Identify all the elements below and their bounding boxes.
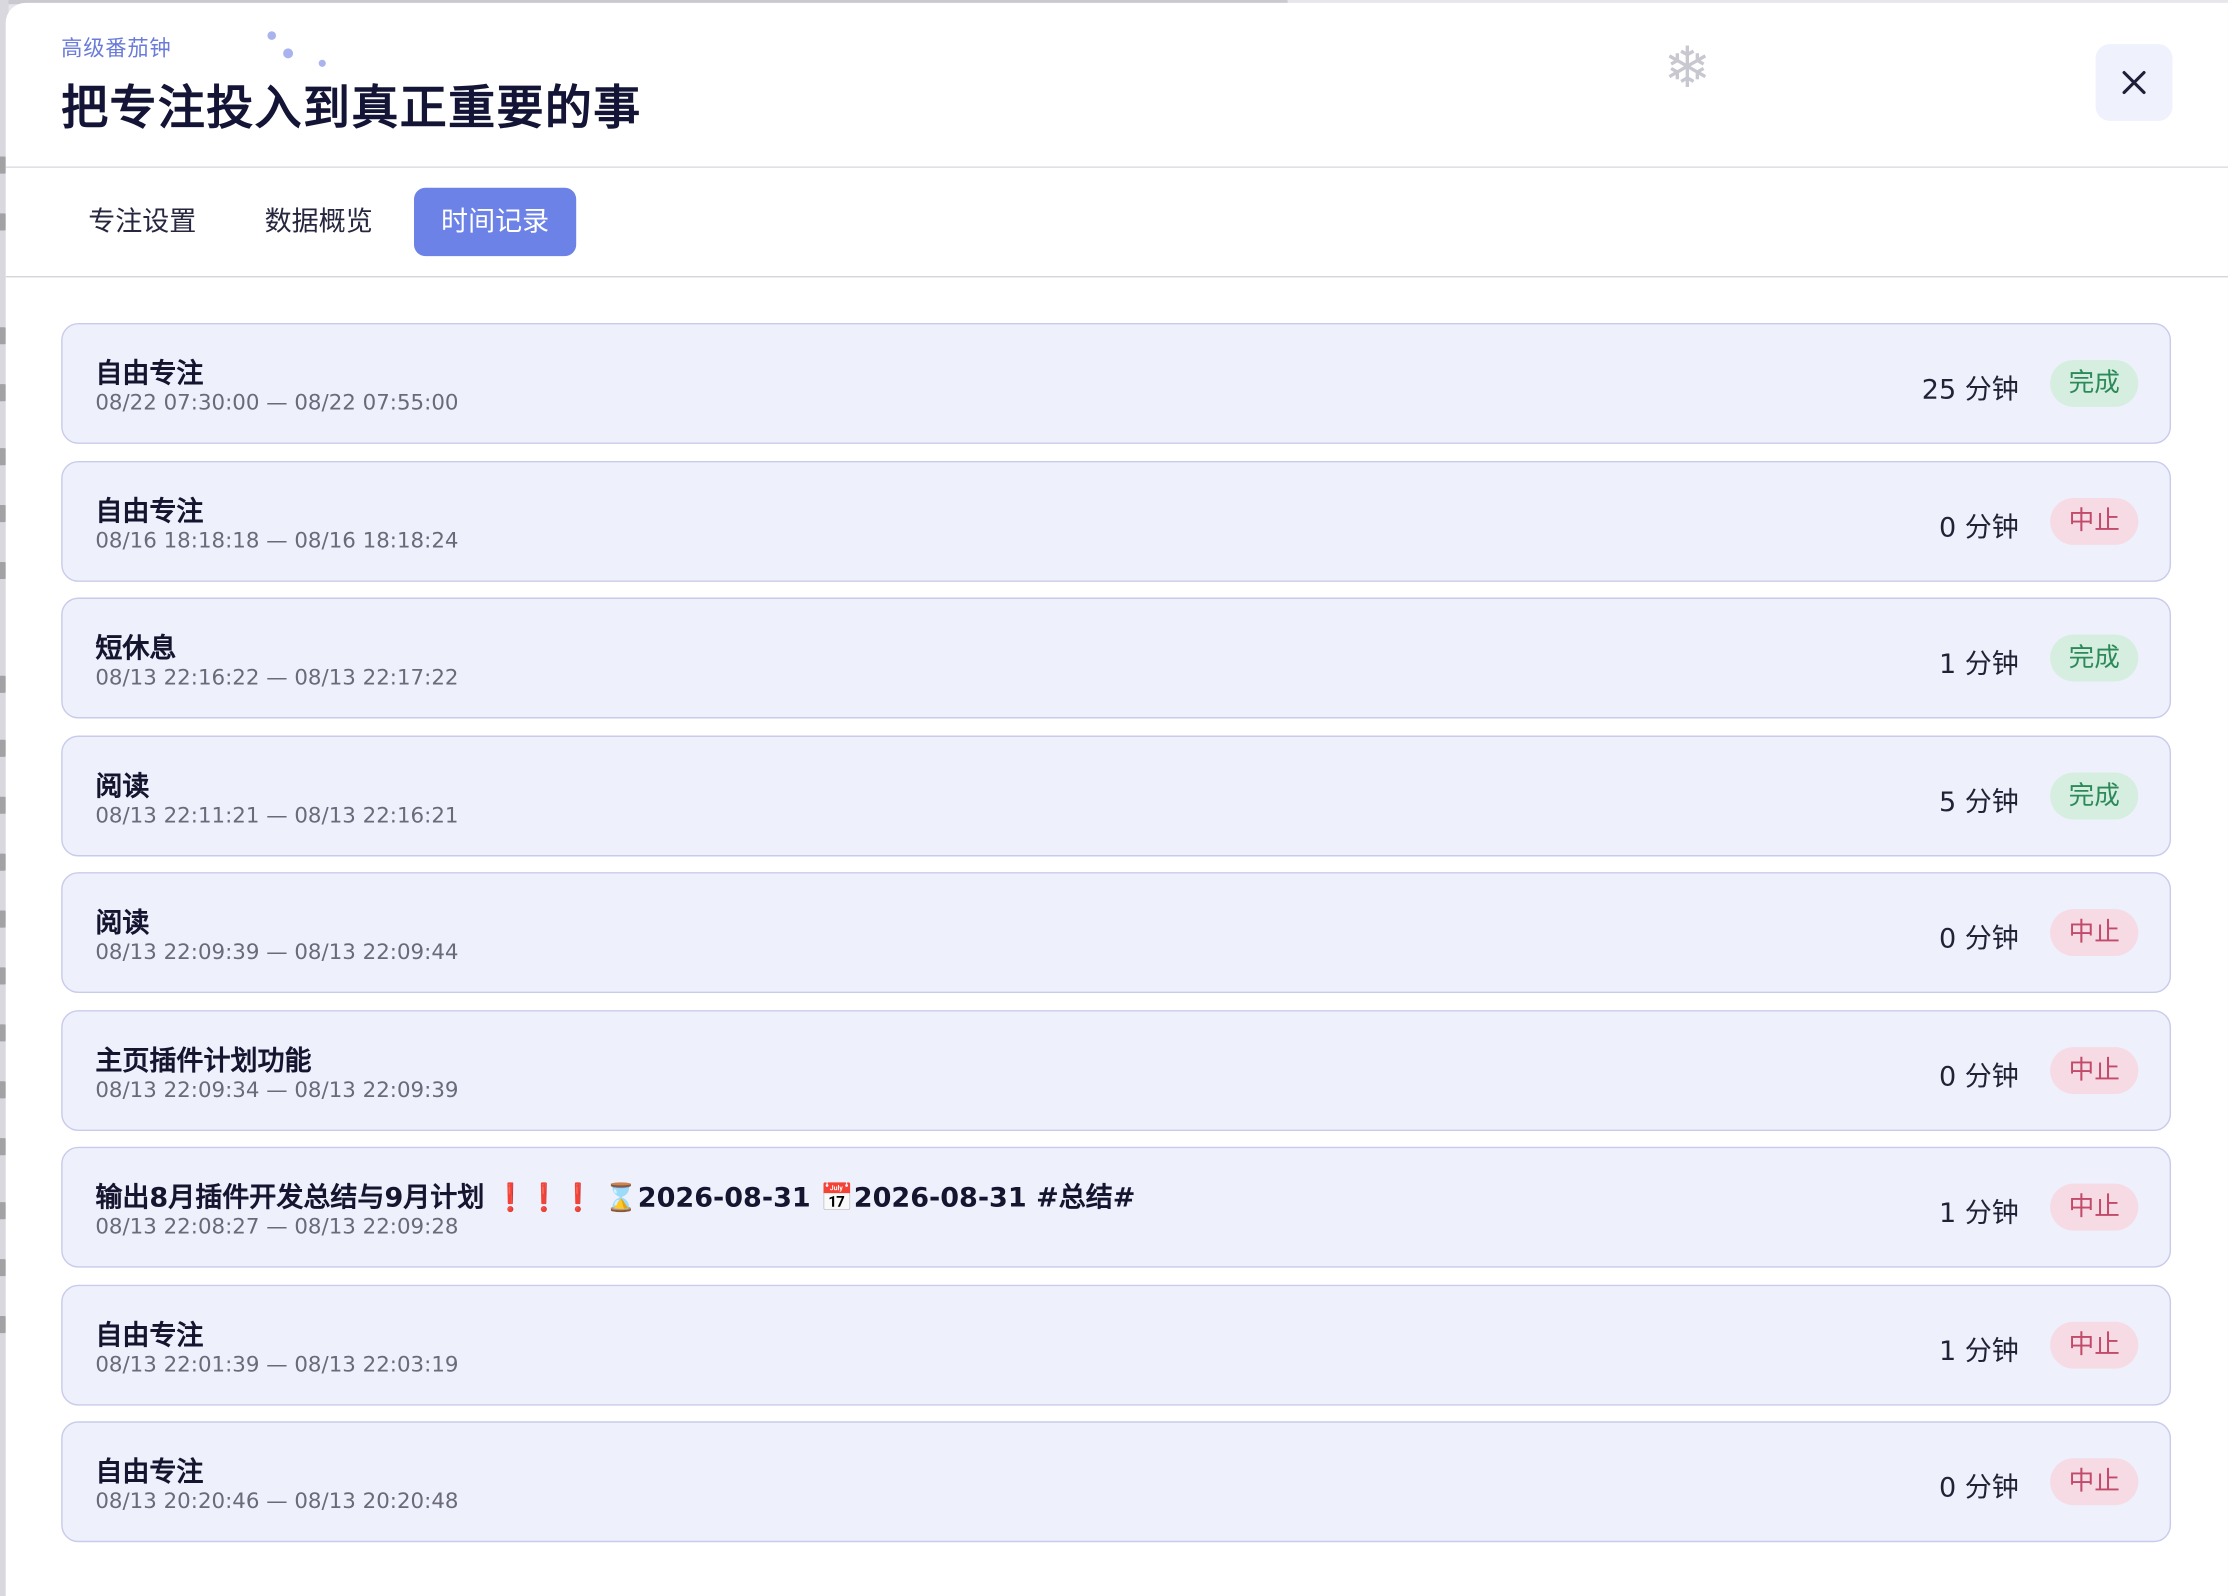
status-badge: 中止 <box>2050 1183 2139 1231</box>
tab-focus-settings[interactable]: 专注设置 <box>61 188 223 256</box>
tab-data-overview[interactable]: 数据概览 <box>238 188 400 256</box>
record-name: 输出8月插件开发总结与9月计划 ❗❗❗ ⌛2026-08-31 📅2026-08… <box>95 1182 1136 1214</box>
record-row[interactable]: 自由专注 08/13 22:01:39 — 08/13 22:03:19 1 分… <box>61 1283 2172 1405</box>
snowflake-icon: ❄ <box>1663 35 1712 102</box>
dialog-subtitle: 高级番茄钟 <box>61 35 172 62</box>
record-time-range: 08/13 22:01:39 — 08/13 22:03:19 <box>95 1350 459 1377</box>
pomodoro-dialog: 高级番茄钟 把专注投入到真正重要的事 ❄ 专注设置 数据概览 时间记录 自由专注 <box>5 2 2228 1596</box>
record-duration: 5 分钟 <box>1938 786 2019 818</box>
status-badge: 中止 <box>2050 1458 2139 1506</box>
tab-time-records[interactable]: 时间记录 <box>414 187 577 257</box>
record-name: 主页插件计划功能 <box>95 1044 312 1077</box>
record-name: 短休息 <box>95 633 177 665</box>
record-row[interactable]: 自由专注 08/16 18:18:18 — 08/16 18:18:24 0 分… <box>61 460 2172 582</box>
record-duration: 0 分钟 <box>1938 511 2019 543</box>
record-time-range: 08/13 22:16:22 — 08/13 22:17:22 <box>95 664 459 691</box>
record-row[interactable]: 阅读 08/13 22:09:39 — 08/13 22:09:44 0 分钟 … <box>61 872 2172 994</box>
close-icon <box>2122 70 2146 95</box>
record-time-range: 08/13 22:09:34 — 08/13 22:09:39 <box>95 1076 459 1102</box>
record-row[interactable]: 主页插件计划功能 08/13 22:09:34 — 08/13 22:09:39… <box>61 1009 2172 1131</box>
status-badge: 中止 <box>2050 1046 2139 1094</box>
status-badge: 中止 <box>2050 497 2139 545</box>
status-badge: 完成 <box>2050 771 2139 819</box>
record-duration: 25 分钟 <box>1921 374 2019 406</box>
record-duration: 0 分钟 <box>1938 1060 2019 1092</box>
record-time-range: 08/13 20:20:46 — 08/13 20:20:48 <box>95 1488 459 1514</box>
tab-bar: 专注设置 数据概览 时间记录 <box>5 168 2228 278</box>
record-name: 自由专注 <box>95 1319 204 1351</box>
record-row[interactable]: 输出8月插件开发总结与9月计划 ❗❗❗ ⌛2026-08-31 📅2026-08… <box>61 1146 2172 1268</box>
status-badge: 中止 <box>2050 909 2139 957</box>
record-name: 自由专注 <box>95 1456 204 1489</box>
record-name: 自由专注 <box>95 358 204 390</box>
record-name: 阅读 <box>95 907 150 939</box>
close-button[interactable] <box>2095 44 2173 121</box>
time-record-list: 自由专注 08/22 07:30:00 — 08/22 07:55:00 25 … <box>61 322 2172 1559</box>
record-time-range: 08/13 22:08:27 — 08/13 22:09:28 <box>95 1213 459 1240</box>
record-time-range: 08/13 22:11:21 — 08/13 22:16:21 <box>95 801 459 828</box>
record-row[interactable]: 自由专注 08/13 20:20:46 — 08/13 20:20:48 0 分… <box>61 1421 2172 1543</box>
record-row[interactable]: 短休息 08/13 22:16:22 — 08/13 22:17:22 1 分钟… <box>61 597 2172 719</box>
record-duration: 0 分钟 <box>1938 1472 2019 1504</box>
record-row[interactable]: 自由专注 08/22 07:30:00 — 08/22 07:55:00 25 … <box>61 322 2172 444</box>
status-badge: 完成 <box>2050 634 2139 682</box>
record-duration: 1 分钟 <box>1938 648 2019 681</box>
status-badge: 中止 <box>2050 1320 2139 1368</box>
record-row[interactable]: 阅读 08/13 22:11:21 — 08/13 22:16:21 5 分钟 … <box>61 734 2172 856</box>
app-stage: 高级番茄钟 把专注投入到真正重要的事 ❄ 专注设置 数据概览 时间记录 自由专注 <box>0 0 2228 1596</box>
record-duration: 1 分钟 <box>1938 1197 2019 1230</box>
record-name: 阅读 <box>95 770 150 802</box>
status-badge: 完成 <box>2050 359 2139 407</box>
record-time-range: 08/16 18:18:18 — 08/16 18:18:24 <box>95 527 459 553</box>
record-time-range: 08/22 07:30:00 — 08/22 07:55:00 <box>95 389 459 416</box>
record-name: 自由专注 <box>95 495 204 528</box>
record-time-range: 08/13 22:09:39 — 08/13 22:09:44 <box>95 938 459 965</box>
dialog-header: 高级番茄钟 把专注投入到真正重要的事 ❄ <box>5 3 2228 168</box>
dialog-title: 把专注投入到真正重要的事 <box>61 79 642 136</box>
record-duration: 0 分钟 <box>1938 923 2019 955</box>
record-duration: 1 分钟 <box>1938 1335 2019 1367</box>
